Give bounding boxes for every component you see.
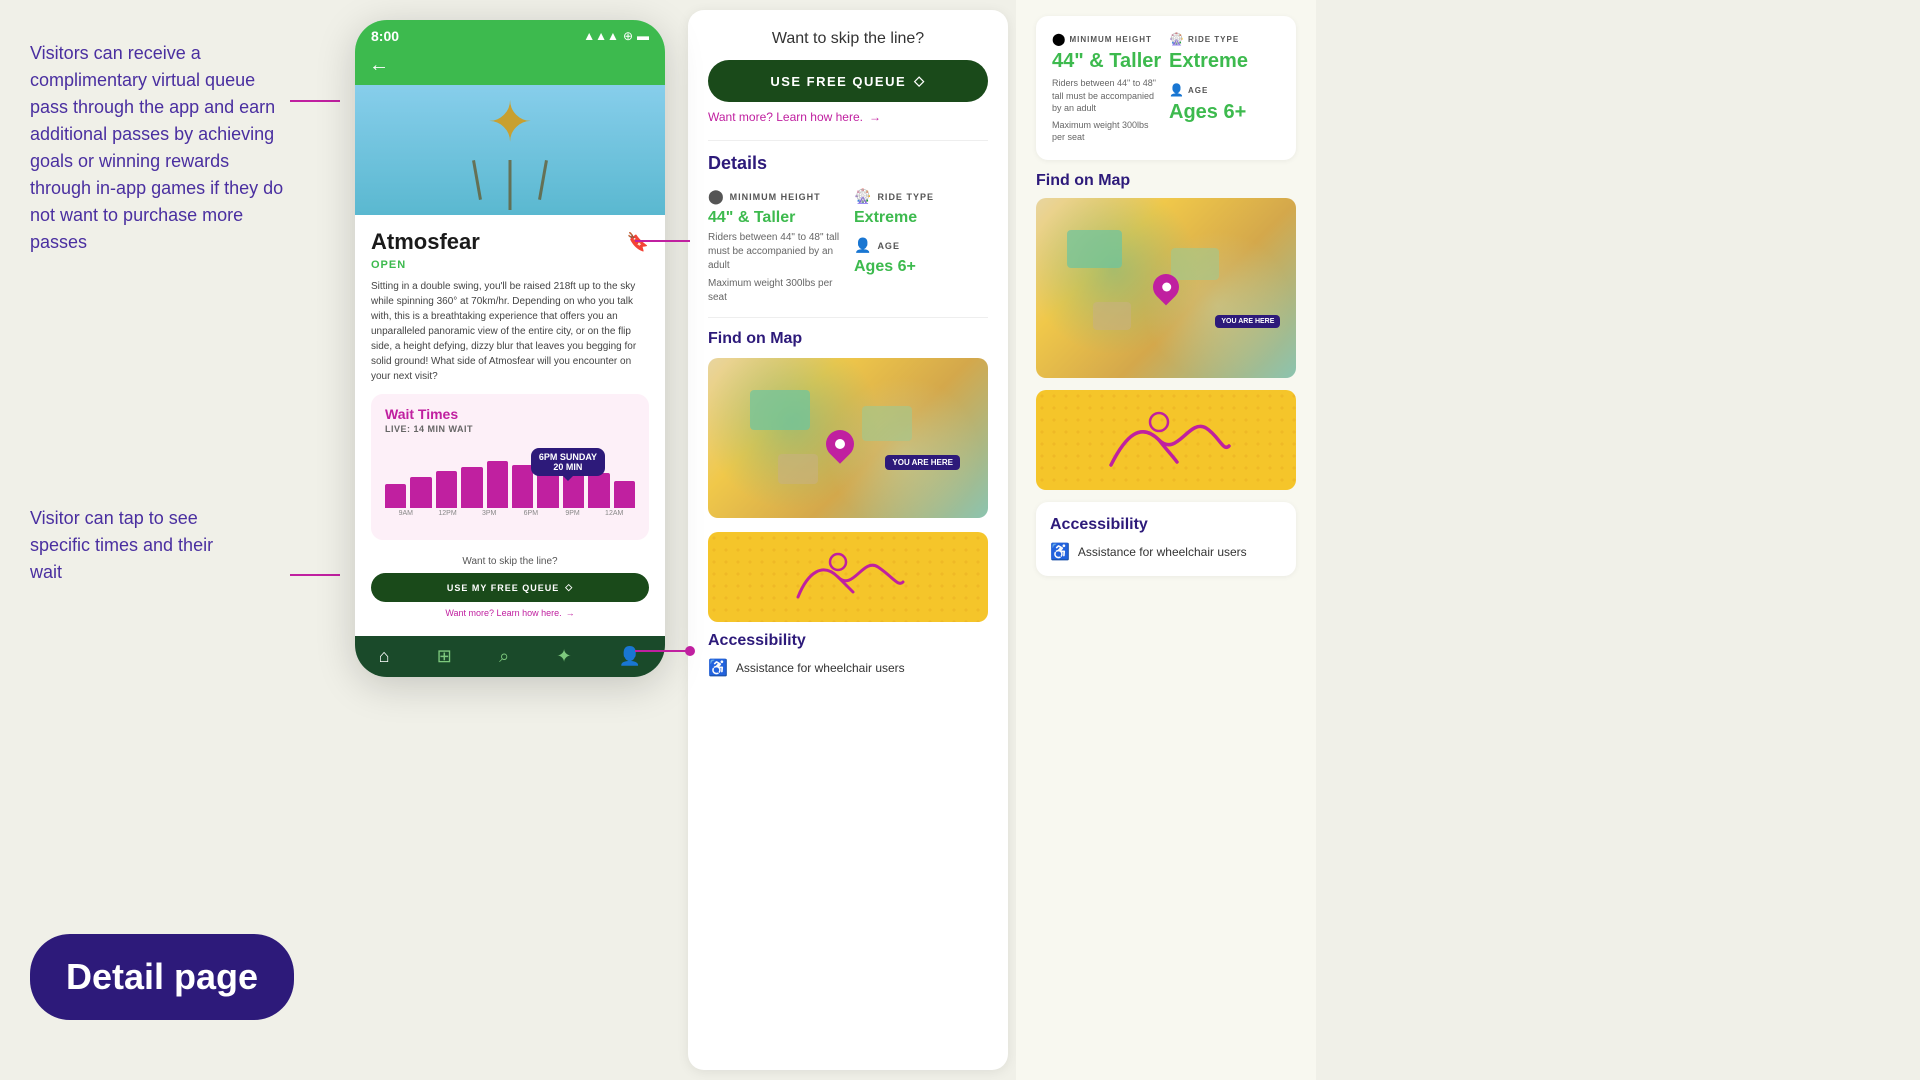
middle-skip-label: Want to skip the line? [708, 30, 988, 48]
right-top-detail-card: ⬤ MINIMUM HEIGHT 44" & Taller Riders bet… [1036, 16, 1296, 160]
top-annotation-text: Visitors can receive a complimentary vir… [30, 40, 290, 256]
right-you-are-here-badge: YOU ARE HERE [1215, 315, 1280, 328]
right-ride-type: 🎡 RIDE TYPE Extreme 👤 AGE Ages 6+ [1169, 32, 1280, 144]
right-weight-note: Maximum weight 300lbs per seat [1052, 119, 1163, 144]
phone-ride-content: Atmosfear 🔖 OPEN Sitting in a double swi… [355, 215, 665, 636]
phone-chart-labels: 9AM 12PM 3PM 6PM 9PM 12AM [385, 510, 635, 517]
right-accessibility-item: ♿ Assistance for wheelchair users [1050, 542, 1282, 562]
phone-status-bar: 8:00 ▲▲▲ ⊕ ▬ [355, 20, 665, 50]
nav-home-icon[interactable]: ⌂ [379, 646, 390, 667]
middle-accessibility: Accessibility ♿ Assistance for wheelchai… [708, 632, 988, 678]
right-ride-type-icon: 🎡 [1169, 32, 1184, 46]
phone-bottom-nav: ⌂ ⊞ ⌕ ✦ 👤 [355, 636, 665, 677]
nav-search-icon[interactable]: ⌕ [499, 646, 509, 667]
phone-nav-bar: ← [355, 50, 665, 85]
hero-star-icon: ✦ [487, 90, 533, 154]
bottom-annotation-text: Visitor can tap to see specific times an… [30, 505, 250, 586]
chart-bar [410, 477, 431, 508]
right-accessibility-card: Accessibility ♿ Assistance for wheelchai… [1036, 502, 1296, 576]
right-height-value: 44" & Taller [1052, 50, 1163, 73]
middle-weight-note: Maximum weight 300lbs per seat [708, 277, 842, 305]
chart-bar [436, 471, 457, 508]
detail-page-badge: Detail page [30, 934, 294, 1020]
middle-ride-type-value: Extreme [854, 209, 988, 227]
phone-skip-line: Want to skip the line? USE MY FREE QUEUE… [371, 550, 649, 622]
bookmark-icon[interactable]: 🔖 [627, 232, 649, 253]
phone-ride-description: Sitting in a double swing, you'll be rai… [371, 279, 649, 384]
right-min-height: ⬤ MINIMUM HEIGHT 44" & Taller Riders bet… [1052, 32, 1163, 144]
chart-bar [487, 461, 508, 508]
right-map-title: Find on Map [1036, 172, 1296, 190]
phone-mockup-area: 8:00 ▲▲▲ ⊕ ▬ ← ✦ Atmosfear 🔖 [340, 0, 680, 1080]
right-age-icon: 👤 [1169, 83, 1184, 97]
right-detail-panel: ⬤ MINIMUM HEIGHT 44" & Taller Riders bet… [1016, 0, 1316, 1080]
middle-map-title: Find on Map [708, 330, 988, 348]
left-annotation-panel: Visitors can receive a complimentary vir… [0, 0, 340, 1080]
right-accessibility-title: Accessibility [1050, 516, 1282, 534]
right-ride-type-value: Extreme [1169, 50, 1280, 73]
middle-details-title: Details [708, 153, 988, 174]
chart-bar [614, 481, 635, 508]
middle-height-note: Riders between 44" to 48" tall must be a… [708, 231, 842, 273]
phone-status-icons: ▲▲▲ ⊕ ▬ [583, 29, 649, 43]
chart-bar [512, 465, 533, 508]
middle-accessibility-title: Accessibility [708, 632, 988, 650]
height-icon: ⬤ [708, 188, 724, 205]
ride-type-icon: 🎡 [854, 188, 871, 205]
phone-wait-title: Wait Times [385, 406, 635, 422]
phone-status-badge: OPEN [371, 259, 649, 271]
right-height-note: Riders between 44" to 48" tall must be a… [1052, 77, 1163, 115]
middle-learn-more-link[interactable]: Want more? Learn how here. → [708, 110, 988, 124]
phone-hero-image: ✦ [355, 85, 665, 215]
phone-live-wait: LIVE: 14 MIN WAIT [385, 424, 635, 434]
middle-map[interactable]: YOU ARE HERE [708, 358, 988, 518]
middle-yellow-card [708, 532, 988, 622]
back-arrow-icon[interactable]: ← [369, 54, 389, 77]
phone-free-queue-button[interactable]: USE MY FREE QUEUE ◇ [371, 573, 649, 602]
right-map[interactable]: YOU ARE HERE [1036, 198, 1296, 378]
use-free-queue-button[interactable]: USE FREE QUEUE ◇ [708, 60, 988, 102]
phone-chart-area[interactable]: 6PM SUNDAY 20 MIN [385, 448, 635, 528]
middle-ride-type: 🎡 RIDE TYPE Extreme 👤 AGE Ages 6+ [854, 188, 988, 305]
middle-detail-panel: Want to skip the line? USE FREE QUEUE ◇ … [688, 10, 1008, 1070]
phone-frame: 8:00 ▲▲▲ ⊕ ▬ ← ✦ Atmosfear 🔖 [355, 20, 665, 677]
middle-min-height: ⬤ MINIMUM HEIGHT 44" & Taller Riders bet… [708, 188, 842, 305]
chart-bar [461, 467, 482, 508]
right-yellow-card [1036, 390, 1296, 490]
right-wheelchair-icon: ♿ [1050, 542, 1070, 562]
middle-you-are-here-badge: YOU ARE HERE [885, 455, 960, 470]
nav-map-icon[interactable]: ⊞ [437, 646, 452, 667]
right-height-icon: ⬤ [1052, 32, 1065, 46]
nav-game-icon[interactable]: ✦ [557, 646, 572, 667]
right-detail-grid: ⬤ MINIMUM HEIGHT 44" & Taller Riders bet… [1052, 32, 1280, 144]
wheelchair-icon: ♿ [708, 658, 728, 678]
phone-learn-more-link[interactable]: Want more? Learn how here. → [371, 608, 649, 618]
chart-bar [385, 484, 406, 508]
chart-bar [588, 473, 609, 508]
phone-chart-tooltip: 6PM SUNDAY 20 MIN [531, 448, 605, 476]
middle-height-value: 44" & Taller [708, 209, 842, 227]
middle-age-value: Ages 6+ [854, 258, 988, 276]
right-age-value: Ages 6+ [1169, 101, 1280, 124]
phone-ride-title: Atmosfear [371, 229, 480, 255]
middle-accessibility-item: ♿ Assistance for wheelchair users [708, 658, 988, 678]
middle-detail-grid: ⬤ MINIMUM HEIGHT 44" & Taller Riders bet… [708, 188, 988, 305]
right-accessibility-text: Assistance for wheelchair users [1078, 545, 1247, 559]
middle-accessibility-text: Assistance for wheelchair users [736, 661, 905, 675]
phone-skip-label: Want to skip the line? [371, 556, 649, 567]
phone-wait-times: Wait Times LIVE: 14 MIN WAIT 6PM SUNDAY … [371, 394, 649, 540]
age-icon: 👤 [854, 237, 871, 254]
